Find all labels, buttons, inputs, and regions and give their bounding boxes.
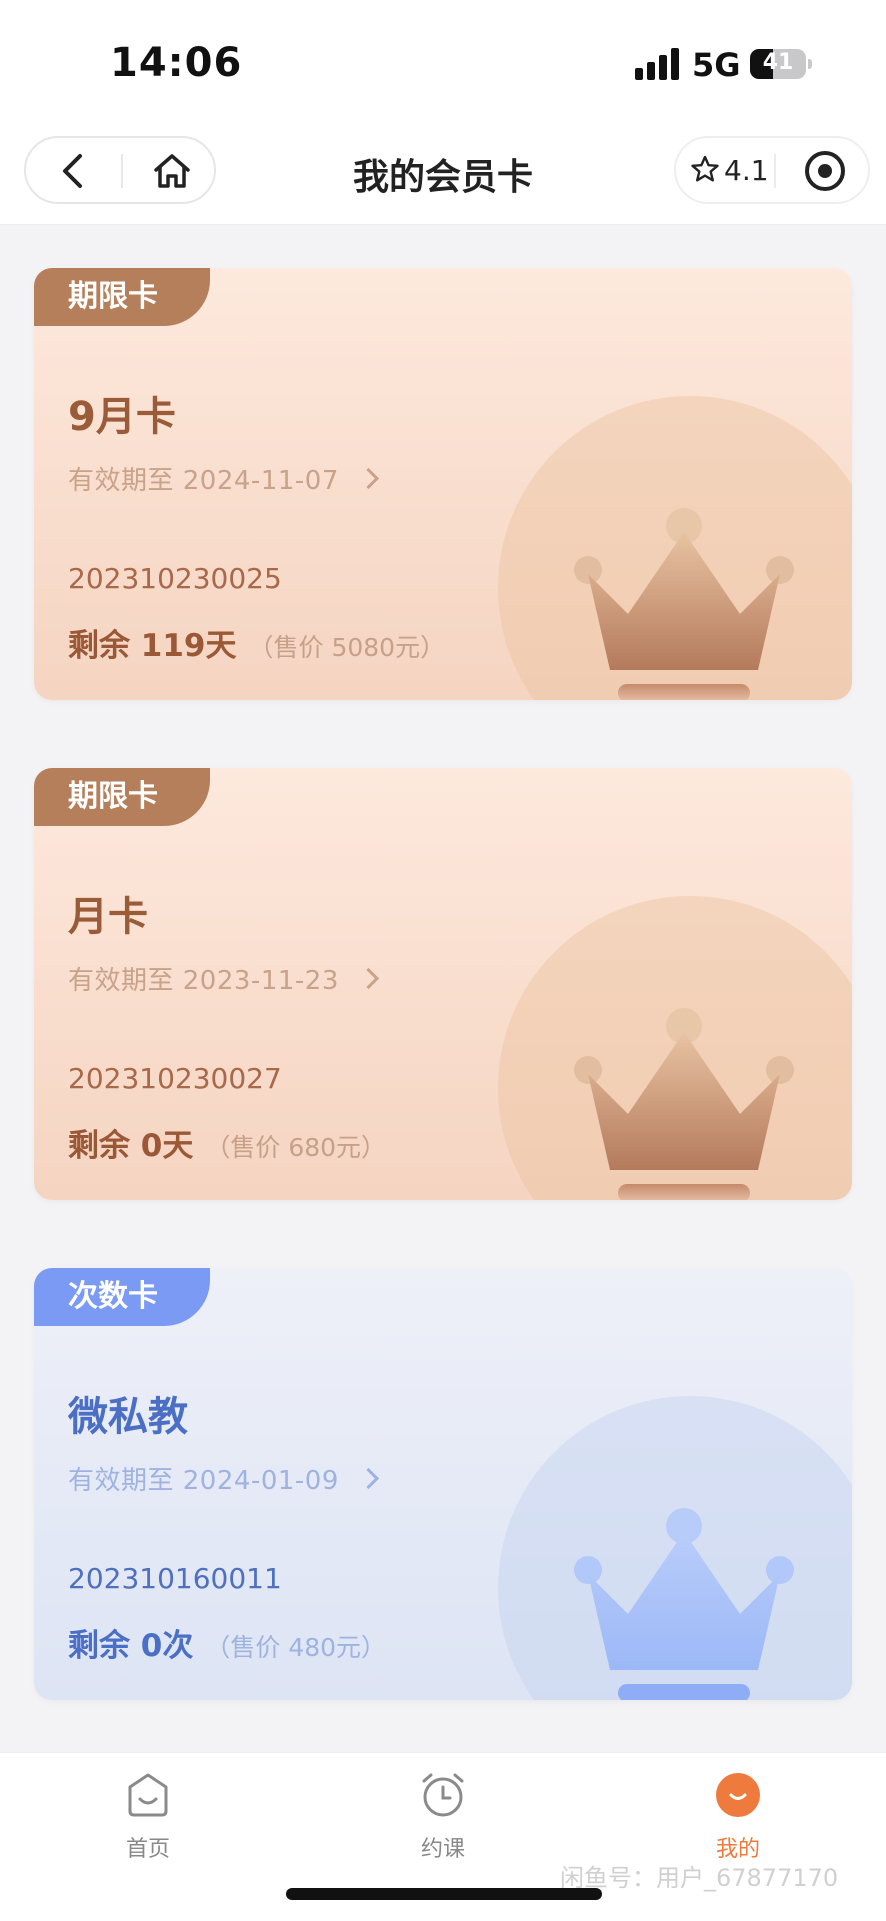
card-price: （售价 5080元）	[248, 633, 446, 662]
card-name: 9月卡	[68, 394, 176, 440]
membership-card[interactable]: 期限卡 月卡 有效期至 2023-11-23 202310230027 剩余 0…	[34, 768, 852, 1200]
tab-booking[interactable]: 约课	[373, 1771, 513, 1871]
nav-capsule-right: 4.1	[674, 136, 870, 204]
card-validity-link[interactable]: 有效期至 2023-11-23	[68, 960, 379, 997]
alarm-clock-icon	[422, 1773, 464, 1817]
status-time: 14:06	[110, 40, 243, 86]
card-remaining: 剩余 0次 （售价 480元）	[68, 1620, 386, 1665]
card-name: 月卡	[68, 894, 148, 940]
card-type-tag: 期限卡	[34, 268, 210, 326]
card-number: 202310230027	[68, 1062, 282, 1095]
home-indicator	[286, 1888, 602, 1900]
chevron-right-icon	[357, 467, 379, 490]
tab-home[interactable]: 首页	[78, 1771, 218, 1871]
status-bar: 14:06 5G 41	[0, 0, 886, 118]
card-remaining: 剩余 119天 （售价 5080元）	[68, 620, 445, 665]
card-price: （售价 480元）	[205, 1633, 387, 1662]
chevron-right-icon	[357, 1467, 379, 1490]
card-validity: 有效期至 2024-01-09	[68, 1466, 339, 1496]
profile-face-icon	[716, 1773, 760, 1817]
card-number: 202310230025	[68, 562, 282, 595]
chevron-right-icon	[357, 967, 379, 990]
card-remaining: 剩余 0天 （售价 680元）	[68, 1120, 386, 1165]
signal-icon	[635, 48, 681, 80]
record-button[interactable]	[800, 146, 850, 196]
watermark: 闲鱼号：用户_67877170	[560, 1864, 839, 1892]
star-icon	[691, 155, 719, 182]
battery-icon: 41	[750, 49, 806, 79]
battery-level: 41	[762, 50, 794, 75]
membership-card[interactable]: 期限卡 9月卡 有效期至 2024-11-07 202310230025 剩余 …	[34, 268, 852, 700]
tab-label: 约课	[420, 1837, 465, 1862]
battery-tip	[808, 59, 812, 69]
card-validity: 有效期至 2024-11-07	[68, 466, 339, 496]
rating-button[interactable]: 4.1	[688, 148, 772, 194]
card-validity: 有效期至 2023-11-23	[68, 966, 339, 996]
card-name: 微私教	[68, 1394, 188, 1440]
card-validity-link[interactable]: 有效期至 2024-01-09	[68, 1460, 379, 1497]
tab-label: 首页	[125, 1837, 170, 1862]
membership-card[interactable]: 次数卡 微私教 有效期至 2024-01-09 202310160011 剩余 …	[34, 1268, 852, 1700]
card-price: （售价 680元）	[205, 1133, 387, 1162]
home-face-icon	[128, 1773, 168, 1817]
card-remaining-value: 剩余 0次	[68, 1628, 194, 1664]
card-validity-link[interactable]: 有效期至 2024-11-07	[68, 460, 379, 497]
crown-icon	[574, 1508, 794, 1700]
card-remaining-value: 剩余 0天	[68, 1128, 194, 1164]
card-type-tag: 期限卡	[34, 768, 210, 826]
record-target-icon	[805, 151, 845, 191]
card-type-tag: 次数卡	[34, 1268, 210, 1326]
crown-icon	[574, 508, 794, 700]
rating-value: 4.1	[724, 154, 769, 187]
network-label: 5G	[692, 46, 741, 84]
card-remaining-value: 剩余 119天	[68, 628, 237, 664]
tab-mine[interactable]: 我的	[668, 1771, 808, 1871]
nav-bar: 我的会员卡 4.1	[0, 118, 886, 225]
crown-icon	[574, 1008, 794, 1200]
card-number: 202310160011	[68, 1562, 282, 1595]
